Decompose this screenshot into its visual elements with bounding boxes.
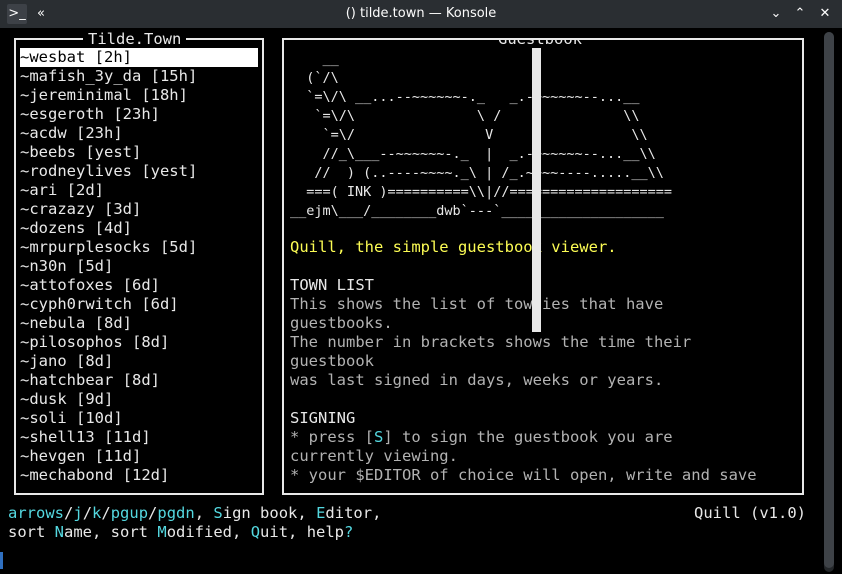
signing-text-line: * press [S] to sign the guestbook you ar… (290, 428, 673, 447)
user-list-item[interactable]: ~attofoxes [6d] (20, 276, 160, 295)
help-text: uit, help (260, 523, 345, 541)
guestbook-title: Guestbook (493, 40, 587, 48)
user-list-item[interactable]: ~acdw [23h] (20, 124, 123, 143)
terminal-area[interactable]: Tilde.Town ~wesbat [2h] ~mafish_3y_da [15… (0, 28, 842, 574)
konsole-scrollbar-thumb[interactable] (824, 32, 834, 568)
user-list-item[interactable]: ~mafish_3y_da [15h] (20, 67, 197, 86)
close-button[interactable]: ✕ (815, 4, 835, 24)
key-hint: j (73, 504, 83, 522)
key-hint: arrows (8, 504, 64, 522)
town-list-panel: Tilde.Town ~wesbat [2h] ~mafish_3y_da [15… (14, 30, 264, 495)
key-hint: k (92, 504, 102, 522)
town-list-text-line: was last signed in days, weeks or years. (290, 371, 664, 389)
tagline: Quill, the simple guestbook viewer. (290, 238, 617, 256)
user-list-item[interactable]: ~pilosophos [8d] (20, 333, 169, 352)
user-list-item[interactable]: ~mechabond [12d] (20, 466, 169, 485)
key-hint: M (157, 523, 167, 541)
key-hint: pgdn (157, 504, 195, 522)
terminal-cursor (0, 552, 3, 569)
user-list-item[interactable]: ~rodneylives [yest] (20, 162, 197, 181)
help-text: ign book, (222, 504, 317, 522)
town-list-title: Tilde.Town (83, 30, 187, 48)
minimize-button[interactable]: ⌄ (766, 4, 786, 24)
help-text: / (101, 504, 111, 522)
sign-key-hint: S (374, 428, 384, 446)
help-line-2: sort Name, sort Modified, Quit, help? (8, 523, 353, 542)
section-heading-town-list: TOWN LIST (290, 276, 374, 294)
help-line-1: arrows/j/k/pgup/pgdn, Sign book, Editor, (8, 504, 381, 523)
help-text: / (148, 504, 158, 522)
user-list-item[interactable]: ~n30n [5d] (20, 257, 113, 276)
user-list-item[interactable]: ~nebula [8d] (20, 314, 132, 333)
town-list-text-line: The number in brackets shows the time th… (290, 333, 692, 351)
help-text: / (82, 504, 93, 522)
help-text: , (194, 504, 214, 522)
ink-quill-ascii-art: __ (`/\ `=\/\ __...--~~~~~~-._ _.-~~~~~~… (290, 51, 673, 219)
user-list-item[interactable]: ~dusk [9d] (20, 390, 113, 409)
key-hint: N (54, 523, 65, 541)
user-list-item-selected[interactable]: ~wesbat [2h] (20, 48, 258, 67)
key-hint: ? (344, 523, 354, 541)
user-list-item[interactable]: ~esgeroth [23h] (20, 105, 160, 124)
help-text: / (64, 504, 74, 522)
town-list-text-line: guestbook (290, 352, 374, 370)
town-list-text-line: guestbooks. (290, 314, 393, 332)
user-list-item[interactable]: ~beebs [yest] (20, 143, 141, 162)
user-list-item[interactable]: ~crazazy [3d] (20, 200, 141, 219)
user-list-item[interactable]: ~soli [10d] (20, 409, 123, 428)
user-list-item[interactable]: ~hatchbear [8d] (20, 371, 160, 390)
window-title: () tilde.town — Konsole (345, 6, 497, 21)
user-list-item[interactable]: ~hevgen [11d] (20, 447, 141, 466)
user-list-item[interactable]: ~shell13 [11d] (20, 428, 151, 447)
window-titlebar: >_ « () tilde.town — Konsole ⌄ ⌃ ✕ (0, 0, 842, 28)
user-list-item[interactable]: ~jano [8d] (20, 352, 113, 371)
user-list-item[interactable]: ~ari [2d] (20, 181, 104, 200)
guestbook-scrollbar-thumb[interactable] (532, 48, 541, 332)
user-list-item[interactable]: ~dozens [4d] (20, 219, 132, 238)
key-hint: S (213, 504, 223, 522)
town-list-text-line: This shows the list of townies that have (290, 295, 664, 313)
guestbook-panel: Guestbook __ (`/\ `=\/\ __...--~~~~~~-._… (282, 38, 804, 495)
konsole-scrollbar[interactable] (824, 32, 834, 572)
signing-text-line: * your $EDITOR of choice will open, writ… (290, 466, 757, 484)
key-hint: E (316, 504, 326, 522)
help-text: sort (8, 523, 55, 541)
user-list-item[interactable]: ~cyph0rwitch [6d] (20, 295, 179, 314)
signing-prefix: * press [ (290, 428, 374, 446)
key-hint: pgup (110, 504, 149, 522)
app-version: Quill (v1.0) (694, 504, 806, 522)
help-text: ditor, (325, 504, 382, 522)
section-heading-signing: SIGNING (290, 409, 356, 427)
user-list-item[interactable]: ~jereminimal [18h] (20, 86, 188, 105)
user-list-item[interactable]: ~mrpurplesocks [5d] (20, 238, 197, 257)
signing-suffix: ] to sign the guestbook you are (383, 428, 673, 446)
help-text: odified, (166, 523, 251, 541)
help-text: ame, sort (64, 523, 158, 541)
maximize-button[interactable]: ⌃ (790, 4, 810, 24)
signing-text-line: currently viewing. (290, 447, 458, 465)
key-hint: Q (250, 523, 261, 541)
